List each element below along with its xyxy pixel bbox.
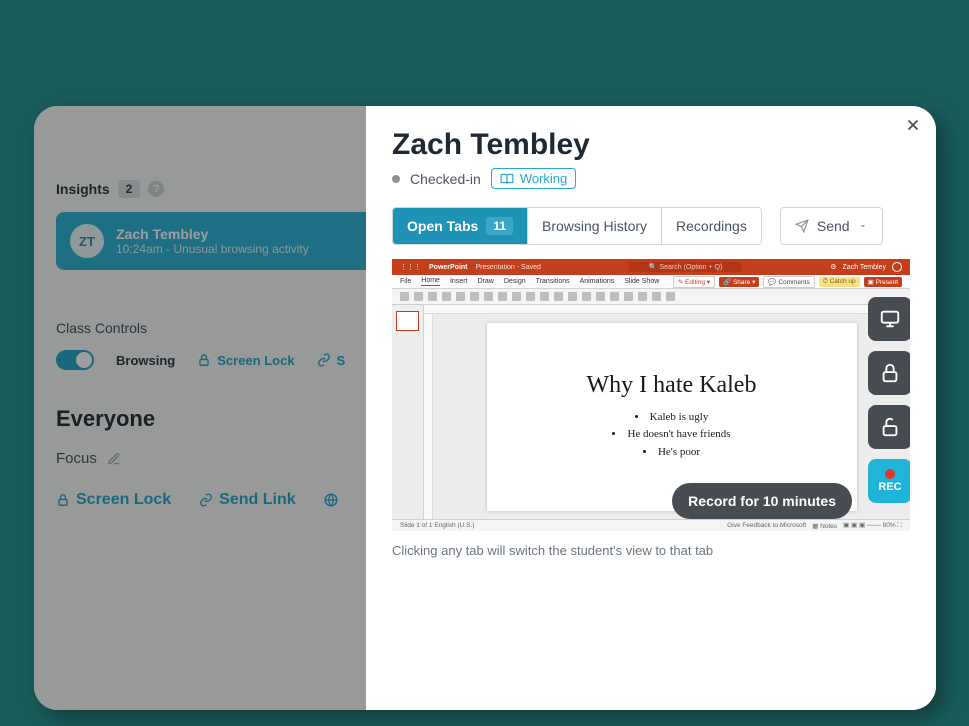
globe-action[interactable] [324,491,338,509]
pp-user-name: Zach Tembley [843,264,886,271]
status-dot-icon [392,175,400,183]
pp-slide-thumbnails [392,305,424,519]
pp-status-bar: Slide 1 of 1 English (U.S.) Give Feedbac… [392,519,910,531]
app-window: Insights 2 ? ZT Zach Tembley 10:24am - U… [34,106,936,710]
view-screen-button[interactable] [868,297,910,341]
pencil-icon[interactable] [107,452,121,466]
send-button[interactable]: Send [780,207,883,245]
lock-icon [56,493,70,507]
close-button[interactable] [904,116,922,134]
pp-thumbnail-1 [396,311,419,331]
chevron-down-icon [858,221,868,231]
record-tooltip: Record for 10 minutes [672,483,852,519]
tab-browsing-history[interactable]: Browsing History [528,208,662,244]
insights-label: Insights [56,181,110,197]
pp-waffle-icon: ⋮⋮⋮ [400,263,421,271]
pp-ribbon-tabs: File Home Insert Draw Design Transitions… [392,275,910,289]
pp-settings-icon: ⚙ [830,263,836,271]
slide-bullet: He doesn't have friends [612,426,730,444]
student-screen-preview[interactable]: ⋮⋮⋮ PowerPoint Presentation - Saved 🔍 Se… [392,259,910,531]
pp-user-avatar-icon [892,262,902,272]
tab-recordings[interactable]: Recordings [662,208,761,244]
pp-app-name: PowerPoint [429,264,468,271]
send-link-control[interactable]: S [317,353,346,368]
avatar: ZT [70,224,104,258]
paper-plane-icon [795,219,809,233]
checked-in-label: Checked-in [410,171,481,187]
monitor-icon [879,308,901,330]
screen-lock-link[interactable]: Screen Lock [197,353,294,368]
browsing-toggle[interactable] [56,350,94,370]
tab-group: Open Tabs 11 Browsing History Recordings [392,207,762,245]
link-icon [199,493,213,507]
record-button[interactable]: REC [868,459,910,503]
send-link-action[interactable]: Send Link [199,491,295,509]
book-icon [500,172,514,186]
insight-subtitle: 10:24am - Unusual browsing activity [116,242,309,256]
pp-search: 🔍 Search (Option + Q) [629,262,743,272]
globe-icon [324,493,338,507]
insight-name: Zach Tembley [116,226,309,242]
unlock-icon [879,416,901,438]
help-icon[interactable]: ? [148,181,164,197]
focus-label: Focus [56,450,97,467]
lock-screen-button[interactable] [868,351,910,395]
open-tabs-count: 11 [486,217,513,235]
panel-hint-text: Clicking any tab will switch the student… [392,543,910,558]
unlock-screen-button[interactable] [868,405,910,449]
student-detail-panel: Zach Tembley Checked-in Working Open Tab… [366,106,936,710]
close-icon [904,116,922,134]
slide-bullet: Kaleb is ugly [612,409,730,427]
insights-count-badge: 2 [118,180,141,198]
insight-card[interactable]: ZT Zach Tembley 10:24am - Unusual browsi… [56,212,376,270]
pp-toolbar [392,289,910,305]
student-name: Zach Tembley [392,128,910,162]
pp-doc-status: Presentation - Saved [476,264,541,271]
link-icon [317,353,331,367]
browsing-label: Browsing [116,353,175,368]
working-badge: Working [491,168,576,189]
tab-open-tabs[interactable]: Open Tabs 11 [393,208,528,244]
screen-lock-action[interactable]: Screen Lock [56,491,171,509]
slide-bullet: He's poor [612,444,730,462]
lock-icon [879,362,901,384]
pp-title-bar: ⋮⋮⋮ PowerPoint Presentation - Saved 🔍 Se… [392,259,910,275]
lock-icon [197,353,211,367]
floating-tools: REC [868,297,910,503]
slide-title: Why I hate Kaleb [587,372,757,399]
record-dot-icon [885,469,895,479]
